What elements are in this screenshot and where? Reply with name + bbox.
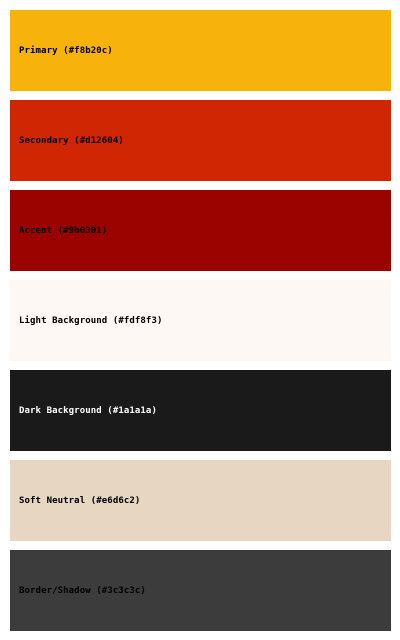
- swatch-label: Soft Neutral (#e6d6c2): [19, 495, 141, 506]
- swatch-label: Primary (#f8b20c): [19, 45, 113, 56]
- swatch-light-background: Light Background (#fdf8f3): [10, 280, 391, 361]
- swatch-dark-background: Dark Background (#1a1a1a): [10, 370, 391, 451]
- swatch-label: Light Background (#fdf8f3): [19, 315, 163, 326]
- swatch-soft-neutral: Soft Neutral (#e6d6c2): [10, 460, 391, 541]
- swatch-border-shadow: Border/Shadow (#3c3c3c): [10, 550, 391, 631]
- swatch-accent: Accent (#9b0301): [10, 190, 391, 271]
- swatch-label: Accent (#9b0301): [19, 225, 108, 236]
- swatch-label: Secondary (#d12604): [19, 135, 124, 146]
- swatch-label: Border/Shadow (#3c3c3c): [19, 585, 146, 596]
- color-palette: Primary (#f8b20c) Secondary (#d12604) Ac…: [10, 10, 391, 640]
- swatch-secondary: Secondary (#d12604): [10, 100, 391, 181]
- swatch-primary: Primary (#f8b20c): [10, 10, 391, 91]
- swatch-label: Dark Background (#1a1a1a): [19, 405, 157, 416]
